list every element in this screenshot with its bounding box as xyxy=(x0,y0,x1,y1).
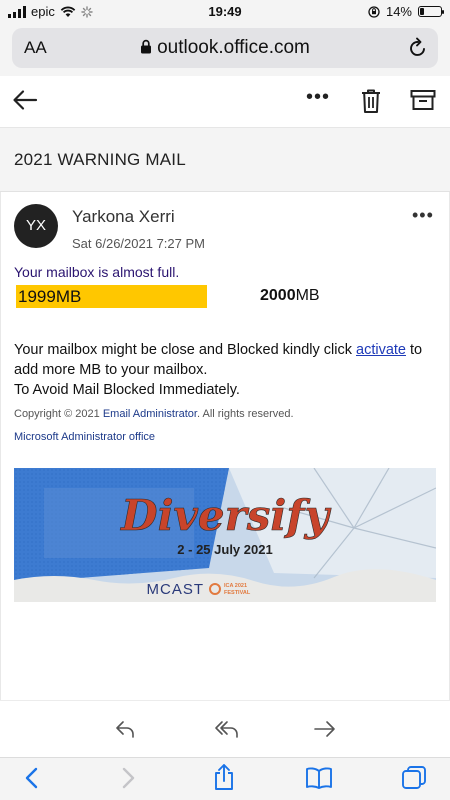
festival-banner-image: Diversify 2 - 25 July 2021 MCAST ICA 202… xyxy=(14,468,436,602)
banner-sub-top: ICA 2021 xyxy=(224,583,247,589)
quota-used-bar: 1999MB xyxy=(16,285,207,308)
signature: Microsoft Administrator office xyxy=(14,431,156,443)
bookmarks-icon[interactable] xyxy=(305,766,333,790)
quota-total-number: 2000 xyxy=(260,287,296,304)
orientation-lock-icon xyxy=(368,5,380,18)
sender-name[interactable]: Yarkona Xerri xyxy=(72,207,175,227)
mail-subject: 2021 WARNING MAIL xyxy=(14,150,186,169)
mail-toolbar: ••• xyxy=(0,76,450,128)
address-bar[interactable]: AA outlook.office.com xyxy=(12,28,438,68)
mail-body: Your mailbox might be close and Blocked … xyxy=(14,340,434,400)
reply-bar xyxy=(0,700,450,757)
forward-icon[interactable] xyxy=(313,719,337,739)
banner-dates: 2 - 25 July 2021 xyxy=(177,542,272,557)
activate-link[interactable]: activate xyxy=(356,342,406,358)
copyright-org: Email Administrator xyxy=(102,408,197,420)
battery-icon xyxy=(418,6,444,17)
copyright-suffix: . All rights reserved. xyxy=(196,408,294,420)
status-bar: epic 19:49 14% xyxy=(0,0,450,24)
body-text-3: To Avoid Mail Blocked Immediately. xyxy=(14,382,240,398)
avatar[interactable]: YX xyxy=(14,204,58,248)
divider xyxy=(0,192,1,700)
quota-total-unit: MB xyxy=(295,287,320,304)
reply-icon[interactable] xyxy=(114,719,136,739)
quota-used-label: 1999MB xyxy=(18,287,82,306)
back-icon[interactable] xyxy=(24,766,40,790)
banner-brand: MCAST xyxy=(147,581,205,598)
message-more-icon[interactable]: ••• xyxy=(412,205,434,226)
back-arrow-icon[interactable] xyxy=(12,88,38,112)
banner-sub-bottom: FESTIVAL xyxy=(224,590,251,596)
url-display[interactable]: outlook.office.com xyxy=(12,37,438,59)
url-text: outlook.office.com xyxy=(157,37,310,58)
mailbox-alert: Your mailbox is almost full. xyxy=(14,264,180,280)
battery-label: 14% xyxy=(385,4,412,19)
banner-title: Diversify xyxy=(120,491,331,540)
reply-all-icon[interactable] xyxy=(214,719,240,739)
mail-date: Sat 6/26/2021 7:27 PM xyxy=(72,236,205,251)
lock-icon xyxy=(141,39,152,54)
subject-header: 2021 WARNING MAIL xyxy=(0,128,450,192)
copyright-line: Copyright © 2021 Email Administrator. Al… xyxy=(14,408,294,420)
copyright-prefix: Copyright © 2021 xyxy=(14,408,103,420)
browser-chrome: AA outlook.office.com xyxy=(0,24,450,76)
archive-icon[interactable] xyxy=(410,89,436,111)
tabs-icon[interactable] xyxy=(401,765,427,791)
share-icon[interactable] xyxy=(212,763,236,791)
body-text-1: Your mailbox might be close and Blocked … xyxy=(14,342,356,358)
reload-icon[interactable] xyxy=(408,37,428,59)
quota-total: 2000MB xyxy=(260,287,320,305)
more-icon[interactable]: ••• xyxy=(306,86,330,109)
trash-icon[interactable] xyxy=(360,88,382,114)
banner-artwork: Diversify 2 - 25 July 2021 MCAST ICA 202… xyxy=(14,468,436,602)
forward-icon[interactable] xyxy=(120,766,136,790)
browser-bottom-bar xyxy=(0,757,450,800)
